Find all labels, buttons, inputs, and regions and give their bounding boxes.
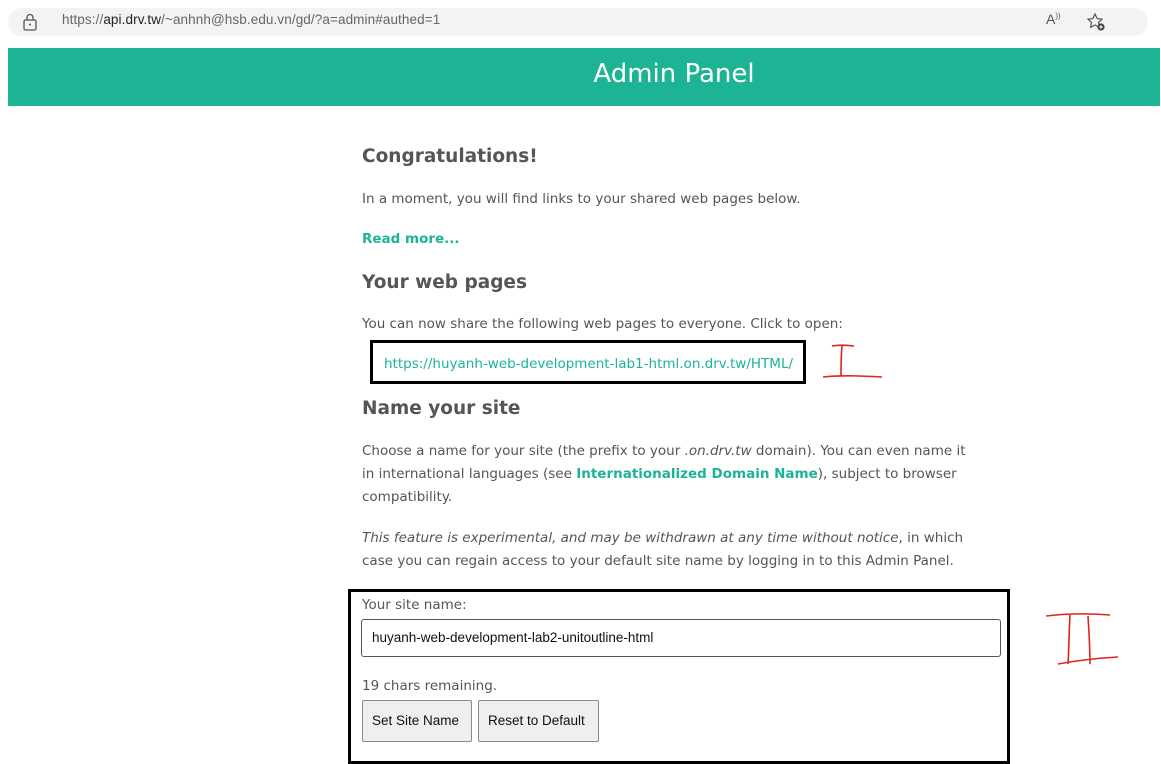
domain-suffix: .on.drv.tw: [684, 443, 752, 459]
admin-header: Admin Panel: [8, 48, 1160, 106]
read-aloud-icon[interactable]: A)): [1046, 11, 1061, 27]
browser-address-bar: https://api.drv.tw/~anhnh@hsb.edu.vn/gd/…: [0, 0, 1161, 42]
idn-link[interactable]: Internationalized Domain Name: [576, 466, 818, 482]
url-prefix: https://: [62, 12, 104, 27]
web-page-link-box: https://huyanh-web-development-lab1-html…: [370, 340, 806, 384]
favorites-icon[interactable]: [1086, 12, 1106, 32]
set-site-name-button[interactable]: Set Site Name: [362, 700, 472, 742]
shared-page-link[interactable]: https://huyanh-web-development-lab1-html…: [384, 356, 793, 372]
chars-remaining: 19 chars remaining.: [362, 678, 498, 694]
web-pages-text: You can now share the following web page…: [362, 316, 843, 332]
read-aloud-label: A: [1046, 11, 1056, 27]
site-name-form-box: Your site name: huyanh-web-development-l…: [348, 589, 1010, 764]
annotation-mark-two: [1045, 613, 1119, 665]
web-pages-heading: Your web pages: [362, 272, 527, 293]
notice-italic: This feature is experimental, and may be…: [362, 530, 899, 546]
site-info-icon[interactable]: [22, 13, 38, 31]
url-path: /~anhnh@hsb.edu.vn/gd/?a=admin#authed=1: [161, 12, 441, 27]
name-site-heading: Name your site: [362, 398, 521, 419]
site-name-label: Your site name:: [362, 597, 467, 613]
congrats-heading: Congratulations!: [362, 146, 538, 167]
reset-default-button[interactable]: Reset to Default: [478, 700, 599, 742]
name-site-description: Choose a name for your site (the prefix …: [362, 440, 982, 509]
experimental-notice: This feature is experimental, and may be…: [362, 527, 982, 573]
read-more-link[interactable]: Read more...: [362, 231, 460, 247]
desc-part: Choose a name for your site (the prefix …: [362, 443, 685, 459]
annotation-mark-one: [822, 344, 883, 378]
site-name-input[interactable]: huyanh-web-development-lab2-unitoutline-…: [361, 619, 1001, 657]
url-host: api.drv.tw: [103, 12, 162, 27]
congrats-text: In a moment, you will find links to your…: [362, 191, 801, 207]
url-text[interactable]: https://api.drv.tw/~anhnh@hsb.edu.vn/gd/…: [62, 12, 440, 27]
page-title: Admin Panel: [593, 59, 755, 89]
